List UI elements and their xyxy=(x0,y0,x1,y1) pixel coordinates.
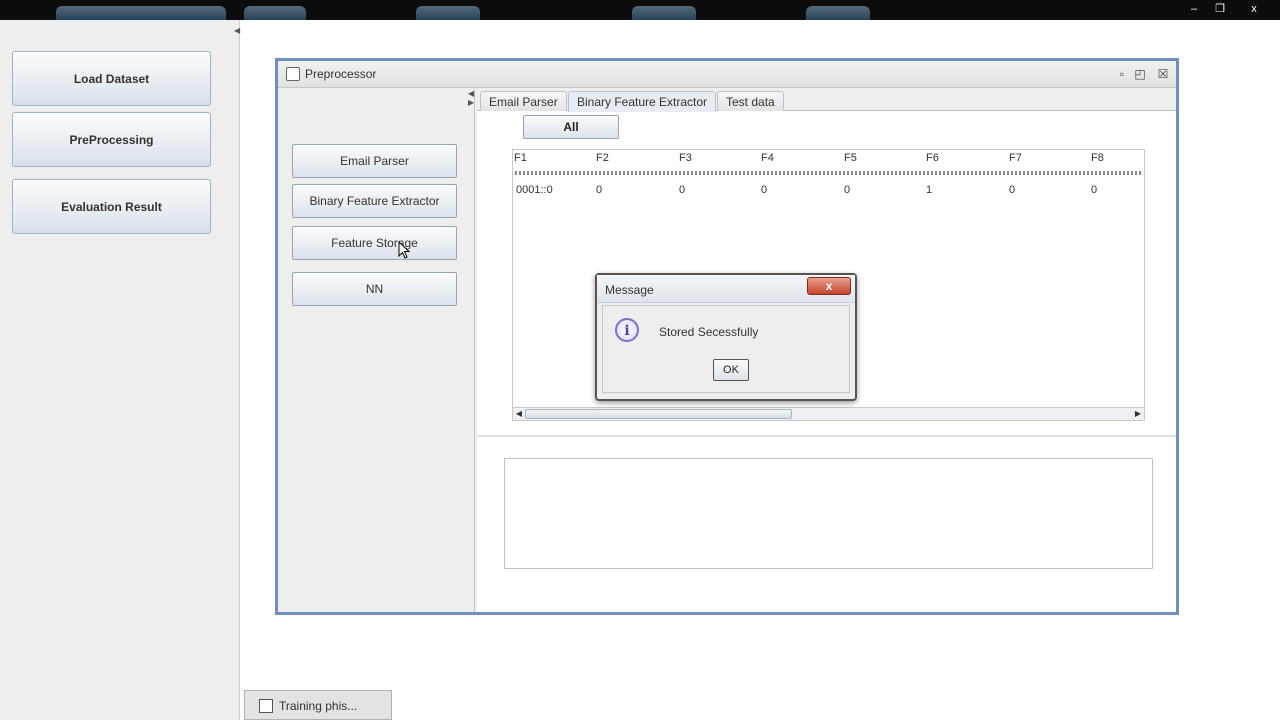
tab-binary-feature-extractor[interactable]: Binary Feature Extractor xyxy=(568,91,717,112)
table-header: F4 xyxy=(761,152,774,164)
minimize-window-button[interactable]: – xyxy=(1180,0,1208,18)
window-titlebar: – ❐ x xyxy=(0,0,1280,20)
table-cell: 0 xyxy=(596,184,603,196)
table-header: F7 xyxy=(1009,152,1022,164)
table-cell: 0 xyxy=(761,184,768,196)
frame-icon xyxy=(259,699,273,713)
close-window-button[interactable]: x xyxy=(1240,0,1268,18)
table-header: F1 xyxy=(514,152,527,164)
info-icon: i xyxy=(615,318,639,342)
taskbar-ghost xyxy=(632,6,696,20)
minimized-frame-label: Training phis... xyxy=(279,699,358,713)
taskbar-ghost xyxy=(56,6,226,20)
iconify-icon[interactable]: ▫ xyxy=(1114,66,1130,82)
horizontal-scrollbar[interactable]: ◀ ▶ xyxy=(512,407,1145,421)
table-header: F5 xyxy=(844,152,857,164)
feature-storage-button[interactable]: Feature Storage xyxy=(292,226,457,260)
minimized-frame-label-wrap: Training phis... xyxy=(259,697,379,715)
tab-strip: Email Parser Binary Feature Extractor Te… xyxy=(477,89,1176,112)
tab-test-data[interactable]: Test data xyxy=(717,91,784,111)
left-sidebar: Load Dataset PreProcessing Evaluation Re… xyxy=(0,20,240,720)
load-dataset-button[interactable]: Load Dataset xyxy=(12,51,211,106)
minimized-frame[interactable]: Training phis... xyxy=(244,690,392,720)
table-cell: 0 xyxy=(844,184,851,196)
table-header: F8 xyxy=(1091,152,1104,164)
frame-left-panel: Email Parser Binary Feature Extractor Fe… xyxy=(278,89,475,612)
email-parser-button[interactable]: Email Parser xyxy=(292,144,457,178)
preprocessing-button[interactable]: PreProcessing xyxy=(12,112,211,167)
maximize-window-button[interactable]: ❐ xyxy=(1206,0,1234,18)
evaluation-result-button[interactable]: Evaluation Result xyxy=(12,179,211,234)
dialog-body: i Stored Secessfully OK xyxy=(602,305,850,393)
all-button[interactable]: All xyxy=(523,115,619,139)
taskbar-ghost xyxy=(806,6,870,20)
frame-icon xyxy=(286,67,300,81)
maximize-icon[interactable]: ◰ xyxy=(1132,66,1148,82)
table-separator xyxy=(515,171,1143,175)
close-icon[interactable]: ☒ xyxy=(1155,66,1171,82)
dialog-titlebar[interactable]: Message x xyxy=(597,275,855,303)
dialog-close-button[interactable]: x xyxy=(807,277,851,295)
message-dialog: Message x i Stored Secessfully OK xyxy=(595,273,857,401)
table-cell: 0 xyxy=(679,184,686,196)
frame-titlebar[interactable]: Preprocessor ▫ ◰ ☒ xyxy=(278,61,1176,88)
taskbar-ghost xyxy=(244,6,306,20)
scrollbar-thumb[interactable] xyxy=(525,409,792,419)
dialog-title: Message xyxy=(605,283,654,297)
scroll-right-arrow-icon[interactable]: ▶ xyxy=(1132,408,1144,420)
table-cell: 0001::0 xyxy=(516,184,553,196)
frame-splitter-arrow[interactable]: ◀ ▶ xyxy=(468,89,474,107)
table-header: F3 xyxy=(679,152,692,164)
nn-button[interactable]: NN xyxy=(292,272,457,306)
table-cell: 0 xyxy=(1009,184,1016,196)
mouse-cursor-icon xyxy=(398,241,410,259)
output-text-area[interactable] xyxy=(504,458,1153,569)
table-header: F2 xyxy=(596,152,609,164)
splitter-collapse-arrow[interactable]: ◀ xyxy=(234,26,240,38)
ok-button[interactable]: OK xyxy=(713,359,749,381)
table-header: F6 xyxy=(926,152,939,164)
frame-title: Preprocessor xyxy=(305,67,377,81)
taskbar-ghost xyxy=(416,6,480,20)
scroll-left-arrow-icon[interactable]: ◀ xyxy=(513,408,525,420)
dialog-message: Stored Secessfully xyxy=(659,325,759,339)
table-cell: 1 xyxy=(926,184,933,196)
panel-divider xyxy=(477,435,1176,437)
tab-email-parser[interactable]: Email Parser xyxy=(480,91,567,111)
binary-feature-extractor-button[interactable]: Binary Feature Extractor xyxy=(292,184,457,218)
table-cell: 0 xyxy=(1091,184,1098,196)
